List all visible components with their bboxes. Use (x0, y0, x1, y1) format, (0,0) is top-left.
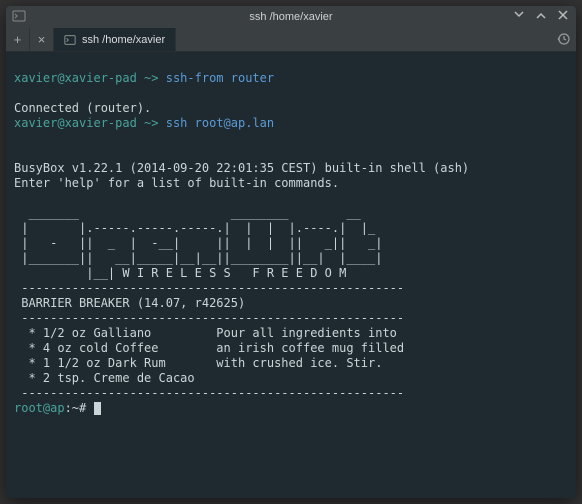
maximize-icon[interactable] (534, 8, 548, 22)
recipe-line: * 4 oz cold Coffee an irish coffee mug f… (14, 341, 404, 355)
tab-label: ssh /home/xavier (82, 34, 165, 46)
output-line: Connected (router). (14, 101, 151, 115)
recipe-line: * 2 tsp. Creme de Cacao (14, 371, 195, 385)
separator-line: ----------------------------------------… (14, 386, 404, 400)
prompt-sep: ~> (137, 116, 166, 130)
prompt-sep: ~> (137, 71, 166, 85)
minimize-icon[interactable] (512, 8, 526, 22)
cmd: ssh-from (166, 71, 224, 85)
cursor (94, 402, 101, 415)
output-line: BusyBox v1.22.1 (2014-09-20 22:01:35 CES… (14, 161, 469, 175)
recipe-line: * 1/2 oz Galliano Pour all ingredients i… (14, 326, 397, 340)
new-tab-button[interactable]: + (6, 28, 30, 51)
terminal-window: ssh /home/xavier + × ssh /home/xavier xa… (6, 6, 576, 498)
prompt-rest: :~# (65, 401, 94, 415)
prompt-user: xavier@xavier-pad (14, 71, 137, 85)
separator-line: ----------------------------------------… (14, 281, 404, 295)
cmd: ssh (166, 116, 188, 130)
ascii-art: | |.-----.-----.-----.| | | |.----.| |_ (14, 221, 375, 235)
window-title: ssh /home/xavier (249, 11, 332, 23)
close-tab-button[interactable]: × (30, 28, 54, 51)
ascii-art: |_______|| __|_____|__|__||________||__|… (14, 251, 382, 265)
prompt-user: root@ap (14, 401, 65, 415)
tab-ssh[interactable]: ssh /home/xavier (54, 28, 176, 51)
recipe-line: * 1 1/2 oz Dark Rum with crushed ice. St… (14, 356, 382, 370)
tabbar: + × ssh /home/xavier (6, 28, 576, 52)
tab-icon (64, 34, 76, 46)
prompt-user: xavier@xavier-pad (14, 116, 137, 130)
output-line: Enter 'help' for a list of built-in comm… (14, 176, 339, 190)
titlebar[interactable]: ssh /home/xavier (6, 6, 576, 28)
ascii-art: | - || _ | -__| || | | || _|| _| (14, 236, 382, 250)
ascii-art: |__| W I R E L E S S F R E E D O M (14, 266, 346, 280)
history-icon[interactable] (556, 32, 570, 46)
terminal-output[interactable]: xavier@xavier-pad ~> ssh-from router Con… (6, 52, 576, 498)
cmd-arg: root@ap.lan (187, 116, 274, 130)
separator-line: ----------------------------------------… (14, 311, 404, 325)
release-line: BARRIER BREAKER (14.07, r42625) (14, 296, 245, 310)
ascii-art: _______ ________ __ (14, 206, 361, 220)
app-icon (12, 9, 26, 23)
close-icon[interactable] (556, 8, 570, 22)
cmd-arg: router (224, 71, 275, 85)
